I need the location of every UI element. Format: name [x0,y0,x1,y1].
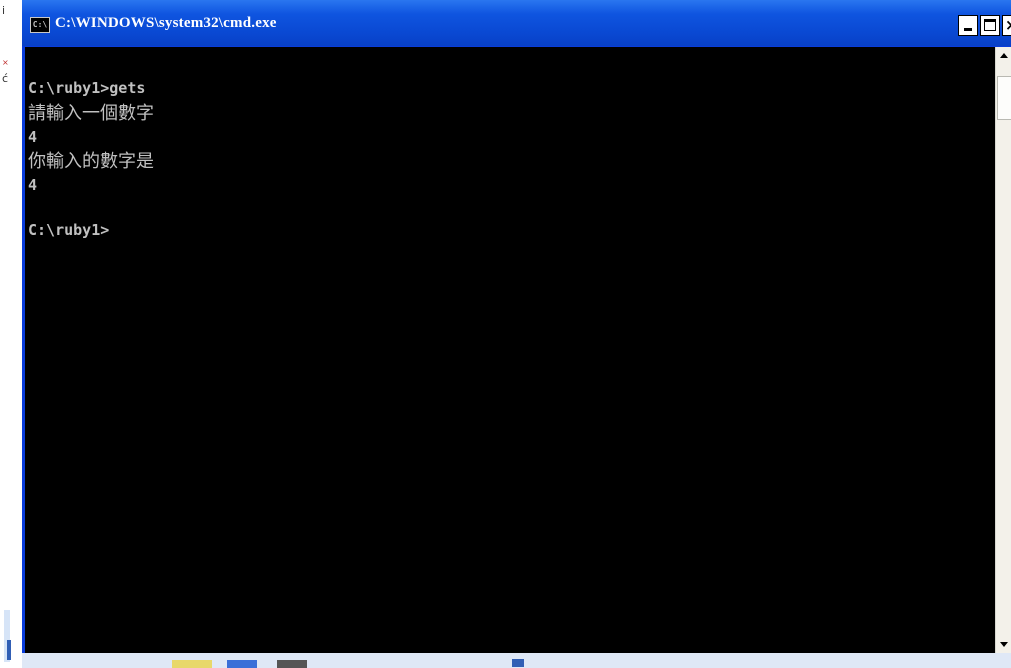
desktop-fragment: × [2,58,9,67]
scroll-thumb[interactable] [997,76,1011,120]
vertical-scrollbar[interactable] [995,47,1011,653]
maximize-button[interactable] [980,15,1000,36]
taskbar-fragment [227,660,257,668]
console-line-prompt: C:\ruby1>gets [28,79,146,97]
cmd-app-icon[interactable]: C:\ [30,17,50,33]
console-line-input: 4 [28,128,38,146]
cmd-window: C:\ C:\WINDOWS\system32\cmd.exe × C:\rub… [22,0,1011,668]
console-line-output: 你輸入的數字是 [28,151,154,172]
console-line-prompt: C:\ruby1> [28,221,110,239]
desktop-fragment: i [2,4,6,17]
taskbar-fragment [512,659,524,667]
close-button[interactable]: × [1002,15,1011,36]
console-output[interactable]: C:\ruby1>gets 請輸入一個數字 4 你輸入的數字是 4 C:\rub… [25,47,995,653]
taskbar-peek [22,653,1011,668]
console-line-output: 請輸入一個數字 [28,103,154,124]
taskbar-fragment [277,660,307,668]
desktop-fragment [7,640,11,660]
scroll-down-button[interactable] [996,636,1011,653]
minimize-button[interactable] [958,15,978,36]
console-line-output: 4 [28,176,38,194]
desktop-fragment: ć [2,72,9,85]
minimize-icon [964,28,972,31]
scroll-up-button[interactable] [996,47,1011,64]
window-title: C:\WINDOWS\system32\cmd.exe [55,15,277,31]
taskbar-fragment [172,660,212,668]
desktop-background: i × ć [0,0,22,668]
close-icon: × [1005,16,1011,34]
arrow-up-icon [1000,53,1008,58]
title-bar[interactable]: C:\ C:\WINDOWS\system32\cmd.exe × [22,0,1011,46]
arrow-down-icon [1000,642,1008,647]
maximize-icon [984,19,996,31]
